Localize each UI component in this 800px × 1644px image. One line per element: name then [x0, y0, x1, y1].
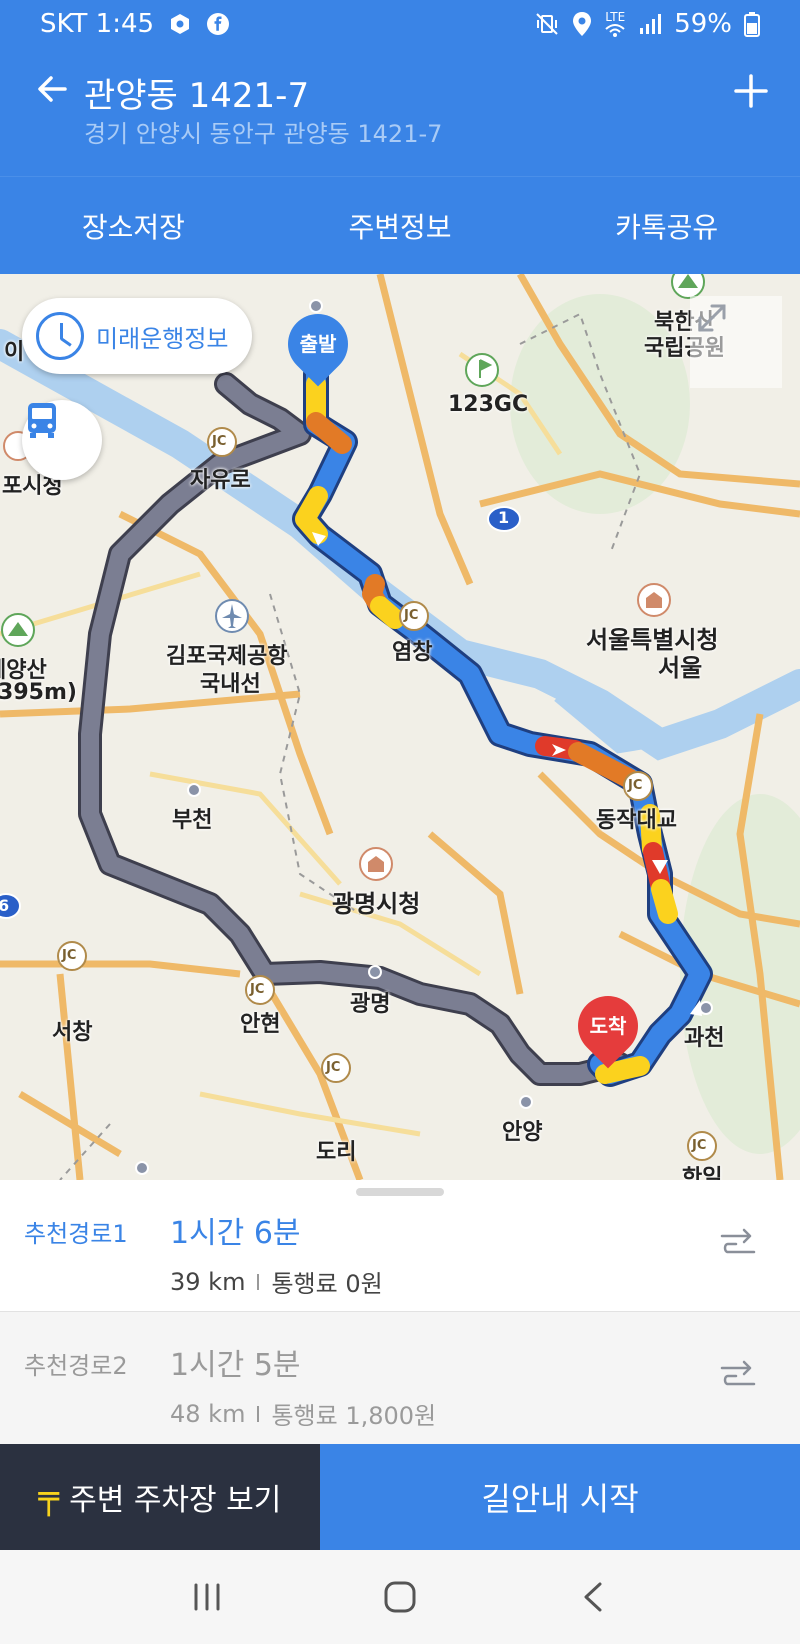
jc-label: JC	[62, 948, 77, 963]
route-details: 48 km 통행료 1,800원	[170, 1396, 436, 1431]
mountain-icon	[1, 613, 35, 647]
add-button[interactable]	[728, 68, 774, 114]
route-options-panel: 추천경로1 1시간 6분 39 km 통행료 0원 추천경로2 1시간 5분 4…	[0, 1180, 800, 1444]
start-pin-label: 출발	[299, 332, 337, 356]
facebook-icon	[206, 12, 230, 36]
app-root: SKT 1:45 LTE 59% 관양동 1421-7 경기 안양시 동안구 관…	[0, 0, 800, 1644]
map-label-anhyeon: 안현	[240, 1012, 281, 1037]
route-detail-icon[interactable]	[716, 1222, 760, 1266]
golf-icon	[465, 353, 499, 387]
back-nav-button[interactable]	[563, 1567, 623, 1627]
divider	[257, 1405, 260, 1422]
route-shield-label-6: 6	[0, 896, 10, 915]
divider	[257, 1273, 260, 1290]
map-label-gwangmyeong-cityhall: 광명시청	[332, 890, 421, 918]
tab-nearby-info[interactable]: 주변정보	[267, 177, 534, 274]
map-label-dori: 도리	[316, 1140, 357, 1165]
destination-pin-label: 도착	[589, 1014, 627, 1038]
start-pin[interactable]: 출발	[275, 301, 361, 388]
battery-icon	[744, 11, 760, 37]
route-time: 1시간 5분	[170, 1348, 301, 1383]
plus-icon	[734, 74, 768, 108]
map-label-gyeyang-height: (395m)	[0, 680, 77, 705]
jc-label: JC	[212, 434, 227, 449]
route-option-1[interactable]: 추천경로1 1시간 6분 39 km 통행료 0원	[0, 1180, 800, 1312]
jc-label: JC	[692, 1138, 707, 1153]
route-toll: 통행료 0원	[271, 1270, 383, 1298]
tab-kakaotalk-share[interactable]: 카톡공유	[533, 177, 800, 274]
carrier-time: SKT 1:45	[40, 9, 155, 39]
parking-icon: ╤	[38, 1477, 60, 1517]
nearby-parking-label: 주변 주차장 보기	[69, 1483, 282, 1518]
panel-drag-handle[interactable]	[356, 1188, 444, 1196]
place-header: 관양동 1421-7 경기 안양시 동안구 관양동 1421-7	[0, 48, 800, 176]
cityhall-icon	[637, 583, 671, 617]
map-label-hanil: 한일	[682, 1166, 723, 1180]
map-label-gwangmyeong: 광명	[350, 992, 391, 1017]
place-title: 관양동 1421-7	[84, 76, 310, 116]
route-name: 추천경로2	[24, 1352, 128, 1380]
map-label-golf: 123GC	[448, 392, 529, 417]
jc-label: JC	[404, 608, 419, 623]
clock-icon	[36, 312, 84, 360]
action-tabs: 장소저장 주변정보 카톡공유	[0, 176, 800, 274]
route-toll: 통행료 1,800원	[271, 1402, 437, 1430]
route-name: 추천경로1	[24, 1220, 128, 1248]
lte-icon: LTE	[604, 11, 626, 37]
recent-apps-button[interactable]	[177, 1567, 237, 1627]
map-label-seochang: 서창	[52, 1020, 93, 1045]
map-label-yeomchang: 염창	[392, 640, 433, 665]
map-label-seoul: 서울	[658, 654, 703, 682]
route-shield-label-1: 1	[498, 508, 510, 527]
map-canvas	[0, 274, 800, 1180]
jc-label: JC	[628, 778, 643, 793]
start-navigation-button[interactable]: 길안내 시작	[320, 1444, 800, 1550]
jc-label: JC	[250, 982, 265, 997]
battery-percent: 59%	[674, 9, 732, 39]
map-label-domestic: 국내선	[200, 672, 261, 697]
location-icon	[572, 11, 592, 37]
map-label-jayuro: 자유로	[190, 468, 251, 493]
system-nav-bar	[0, 1550, 800, 1644]
route-detail-icon[interactable]	[716, 1354, 760, 1398]
map-label-anyang: 안양	[502, 1120, 543, 1145]
recent-apps-icon	[194, 1583, 220, 1611]
tab-save-place[interactable]: 장소저장	[0, 177, 267, 274]
route-time: 1시간 6분	[170, 1216, 301, 1251]
home-button[interactable]	[370, 1567, 430, 1627]
back-button[interactable]	[30, 66, 76, 112]
route-option-2[interactable]: 추천경로2 1시간 5분 48 km 통행료 1,800원	[0, 1312, 800, 1444]
status-bar: SKT 1:45 LTE 59%	[0, 0, 800, 48]
route-map[interactable]: 북한산 국립공원 123GC 자유로 포시청 이 김포국제공항 국내선 계양산 …	[0, 274, 800, 1180]
route-distance: 39 km	[170, 1267, 246, 1296]
chevron-left-icon	[584, 1582, 602, 1612]
cityhall-icon	[359, 847, 393, 881]
future-traffic-button[interactable]: 미래운행정보	[22, 298, 252, 374]
expand-icon	[698, 304, 726, 332]
shield-app-icon	[168, 12, 192, 36]
place-address: 경기 안양시 동안구 관양동 1421-7	[84, 120, 443, 148]
expand-map-button[interactable]	[690, 296, 782, 388]
transit-button[interactable]	[22, 400, 102, 480]
map-label-bucheon: 부천	[172, 808, 213, 833]
arrow-left-icon	[38, 76, 67, 102]
nearby-parking-button[interactable]: ╤ 주변 주차장 보기	[0, 1444, 320, 1550]
airplane-icon	[215, 599, 249, 633]
bus-icon	[28, 403, 56, 438]
home-icon	[384, 1581, 416, 1613]
map-label-gwacheon: 과천	[684, 1026, 725, 1051]
jc-label: JC	[326, 1060, 341, 1075]
start-navigation-label: 길안내 시작	[481, 1480, 639, 1518]
mountain-icon	[671, 274, 705, 299]
future-traffic-label: 미래운행정보	[96, 324, 229, 353]
vibrate-mute-icon	[534, 12, 560, 36]
route-distance: 48 km	[170, 1399, 246, 1428]
map-label-dongjak: 동작대교	[596, 808, 677, 833]
signal-icon	[638, 12, 662, 36]
destination-pin[interactable]: 도착	[565, 983, 651, 1070]
route-details: 39 km 통행료 0원	[170, 1264, 383, 1299]
